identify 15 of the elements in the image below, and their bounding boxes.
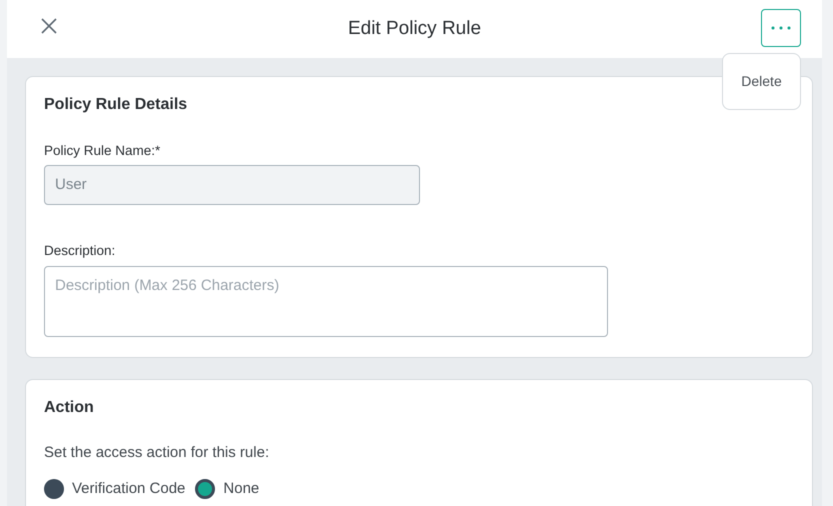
radio-label: None: [223, 479, 260, 499]
description-field[interactable]: Description (Max 256 Characters): [44, 266, 608, 336]
field-label: Description:: [44, 242, 116, 260]
page-title: Edit Policy Rule: [348, 16, 482, 41]
more-options-button[interactable]: [761, 9, 801, 47]
radio-button[interactable]: [44, 479, 64, 500]
prompt-text: Set the access action for this rule:: [44, 442, 270, 462]
close-icon: [41, 18, 57, 34]
radio-button[interactable]: [195, 479, 216, 500]
delete-menu-item[interactable]: Delete: [737, 69, 786, 94]
section-title: Action: [44, 398, 95, 418]
section-title: Policy Rule Details: [44, 95, 188, 115]
field-label: Policy Rule Name:*: [44, 142, 162, 160]
more-icon: [771, 26, 791, 30]
radio-label: Verification Code: [72, 479, 186, 499]
